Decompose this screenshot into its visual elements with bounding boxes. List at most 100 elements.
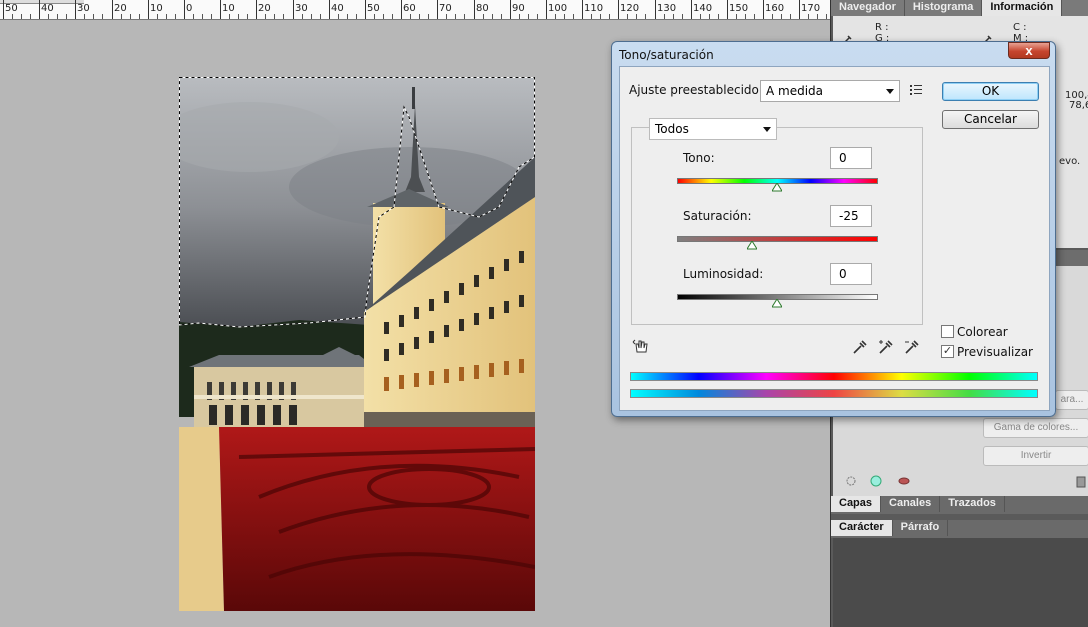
eyedropper-minus-icon[interactable] [904, 339, 920, 355]
tab-histograma[interactable]: Histograma [905, 0, 983, 16]
clip-layer-icon[interactable] [869, 474, 883, 488]
tab-parrafo[interactable]: Párrafo [893, 520, 949, 536]
tab-navegador[interactable]: Navegador [831, 0, 905, 16]
ruler-minor-tick [229, 14, 230, 19]
ruler-minor-tick [682, 14, 683, 19]
lightness-slider-thumb[interactable] [772, 299, 782, 308]
ruler-minor-tick [609, 14, 610, 19]
ruler-major-tick [39, 0, 40, 19]
ruler-minor-tick [537, 14, 538, 19]
ruler-minor-tick [93, 14, 94, 19]
preset-dropdown[interactable]: A medida [760, 80, 900, 102]
ruler-minor-tick [356, 14, 357, 19]
ruler-major-tick [112, 0, 113, 19]
ruler-minor-tick [157, 14, 158, 19]
ruler-major-tick [763, 0, 764, 19]
tab-trazados[interactable]: Trazados [940, 496, 1005, 512]
ruler-major-tick [618, 0, 619, 19]
ruler-label: 40 [41, 3, 54, 14]
ruler-minor-tick [772, 14, 773, 19]
ok-button[interactable]: OK [942, 82, 1039, 101]
ruler-major-tick [582, 0, 583, 19]
ruler-minor-tick [600, 14, 601, 19]
preset-label: Ajuste preestablecido: [629, 83, 763, 97]
document-image[interactable] [179, 77, 535, 611]
ruler-major-tick [474, 0, 475, 19]
ruler-minor-tick [519, 14, 520, 19]
visibility-eye-icon[interactable] [897, 474, 911, 488]
ruler-minor-tick [30, 14, 31, 19]
cancel-button[interactable]: Cancelar [942, 110, 1039, 129]
ruler-major-tick [365, 0, 366, 19]
ruler-major-tick [148, 0, 149, 19]
ruler-label: 110 [584, 3, 604, 14]
ruler-label: 60 [403, 3, 416, 14]
ruler-major-tick [727, 0, 728, 19]
channel-dropdown[interactable]: Todos [649, 118, 777, 140]
ruler-label: 50 [5, 3, 18, 14]
photo-monastery [179, 77, 535, 611]
ruler-minor-tick [528, 14, 529, 19]
saturation-slider-thumb[interactable] [747, 241, 757, 250]
colorize-checkbox[interactable] [941, 325, 954, 338]
ruler-minor-tick [302, 14, 303, 19]
ruler-minor-tick [130, 14, 131, 19]
hand-adjust-icon[interactable] [632, 338, 650, 356]
close-button[interactable]: x [1008, 42, 1050, 59]
cycle-icon[interactable] [845, 475, 857, 487]
tab-canales[interactable]: Canales [881, 496, 941, 512]
ruler-minor-tick [718, 14, 719, 19]
ruler-minor-tick [645, 14, 646, 19]
ruler-major-tick [184, 0, 185, 19]
ruler-minor-tick [166, 14, 167, 19]
hue-spectrum-bar-input [630, 372, 1038, 381]
ruler-major-tick [799, 0, 800, 19]
ruler-minor-tick [492, 14, 493, 19]
gamut-button[interactable]: Gama de colores... [983, 418, 1088, 438]
ruler-major-tick [691, 0, 692, 19]
ruler-minor-tick [736, 14, 737, 19]
ruler-minor-tick [12, 14, 13, 19]
panel-truncated-button[interactable]: ara... [1055, 390, 1088, 410]
horizontal-ruler[interactable]: 50 40 30 20 10 0 10 20 30 40 50 60 70 80 90 100 110 120 13… [0, 0, 830, 20]
ruler-minor-tick [175, 14, 176, 19]
ruler-minor-tick [383, 14, 384, 19]
info-value-2: 78,63 [1069, 100, 1088, 111]
saturation-input[interactable]: -25 [830, 205, 872, 227]
preview-checkbox[interactable]: ✓ [941, 345, 954, 358]
ruler-minor-tick [347, 14, 348, 19]
ruler-minor-tick [483, 14, 484, 19]
invert-button[interactable]: Invertir [983, 446, 1088, 466]
ruler-minor-tick [48, 14, 49, 19]
ruler-minor-tick [320, 14, 321, 19]
eyedropper-plus-icon[interactable] [878, 339, 894, 355]
ruler-minor-tick [627, 14, 628, 19]
ruler-minor-tick [709, 14, 710, 19]
character-panel-tabs: Carácter Párrafo [831, 520, 1088, 538]
tab-informacion[interactable]: Información [982, 0, 1063, 16]
layers-panel-tabs: Capas Canales Trazados [831, 496, 1088, 514]
trash-icon[interactable] [1075, 474, 1087, 488]
ruler-label: 40 [331, 3, 344, 14]
ruler-minor-tick [826, 14, 827, 19]
ruler-minor-tick [573, 14, 574, 19]
character-panel-body [833, 538, 1088, 627]
tab-caracter[interactable]: Carácter [831, 520, 893, 536]
info-c-label: C : [1013, 22, 1027, 33]
saturation-slider[interactable] [677, 236, 878, 242]
ruler-minor-tick [664, 14, 665, 19]
ruler-label: 140 [693, 3, 713, 14]
preset-options-icon[interactable] [910, 84, 924, 96]
hue-input[interactable]: 0 [830, 147, 872, 169]
tab-capas[interactable]: Capas [831, 496, 882, 512]
ruler-minor-tick [374, 14, 375, 19]
lightness-input[interactable]: 0 [830, 263, 872, 285]
colorize-label: Colorear [957, 325, 1008, 339]
ruler-label: 10 [222, 3, 235, 14]
eyedropper-icon[interactable] [852, 339, 868, 355]
hue-slider-thumb[interactable] [772, 183, 782, 192]
ruler-label: 30 [295, 3, 308, 14]
ruler-minor-tick [564, 14, 565, 19]
saturation-label: Saturación: [683, 209, 752, 223]
ruler-minor-tick [555, 14, 556, 19]
